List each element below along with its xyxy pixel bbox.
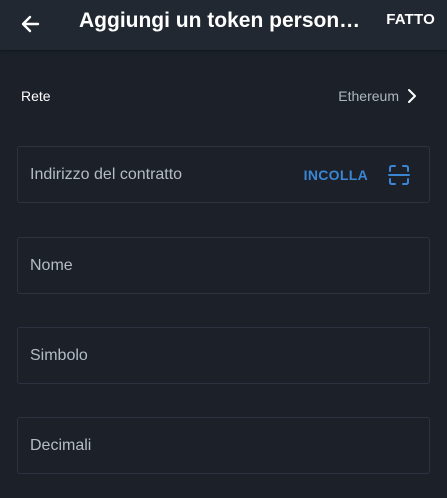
- contract-address-input[interactable]: [30, 147, 290, 202]
- paste-button[interactable]: INCOLLA: [304, 167, 368, 183]
- token-decimals-input[interactable]: [30, 418, 415, 473]
- done-button[interactable]: FATTO: [386, 11, 435, 28]
- back-button[interactable]: [10, 4, 50, 44]
- network-value: Ethereum: [338, 88, 399, 104]
- token-symbol-input[interactable]: [30, 328, 415, 383]
- contract-address-field: INCOLLA: [17, 146, 430, 203]
- arrow-left-icon: [21, 15, 40, 33]
- page-title: Aggiungi un token personali…: [79, 9, 369, 32]
- network-label: Rete: [21, 88, 51, 104]
- token-symbol-field: [17, 327, 430, 384]
- chevron-right-icon: [408, 89, 416, 103]
- qr-scan-icon[interactable]: [388, 164, 410, 186]
- add-custom-token-screen: Aggiungi un token personali… FATTO Rete …: [0, 0, 447, 498]
- token-name-field: [17, 237, 430, 294]
- network-selector[interactable]: Rete Ethereum: [0, 72, 447, 120]
- token-name-input[interactable]: [30, 238, 415, 293]
- token-decimals-field: [17, 417, 430, 474]
- app-bar: Aggiungi un token personali… FATTO: [0, 0, 447, 50]
